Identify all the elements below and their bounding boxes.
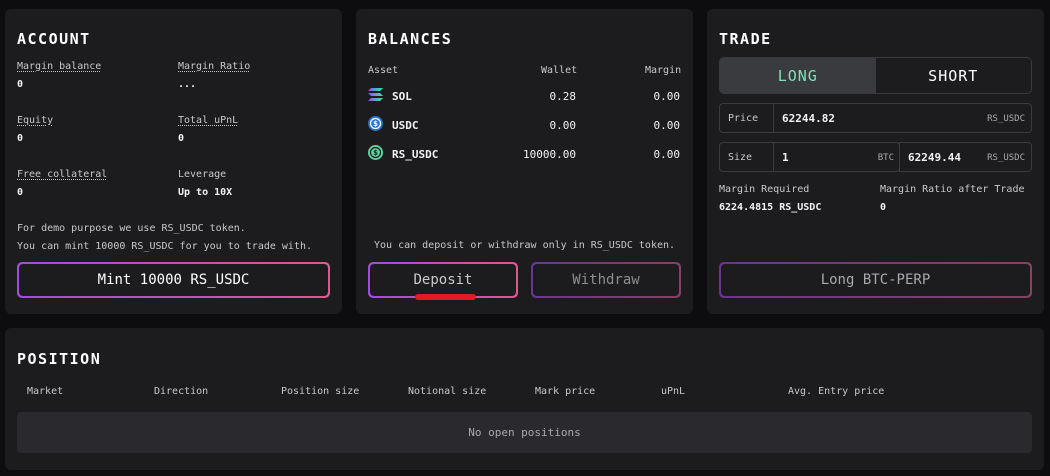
balance-row-sol: SOL 0.28 0.00 (368, 87, 682, 107)
mint-button-label: Mint 10000 RS_USDC (19, 264, 328, 296)
empty-positions-row: No open positions (17, 412, 1032, 453)
deposit-highlight-mark (415, 294, 476, 300)
margin-balance-label: Margin balance (17, 61, 102, 72)
margin-ratio-value: ... (178, 79, 197, 90)
balance-margin-value: 0.00 (653, 148, 681, 161)
balance-asset-name: SOL (392, 90, 412, 103)
column-header-notional-size: Notional size (408, 386, 487, 397)
notional-value: 62249.44 (908, 151, 961, 164)
solana-icon (368, 87, 383, 102)
long-tab[interactable]: LONG (720, 58, 876, 93)
long-submit-button-label: Long BTC-PERP (721, 264, 1030, 296)
price-label: Price (720, 104, 774, 132)
withdraw-button-label: Withdraw (533, 264, 679, 296)
balance-wallet-value: 0.28 (549, 90, 577, 103)
deposit-button[interactable]: Deposit (368, 262, 518, 298)
column-header-market: Market (27, 386, 64, 397)
price-field[interactable]: Price 62244.82 RS_USDC (719, 103, 1032, 133)
usdc-icon: $ (368, 116, 383, 131)
leverage-value: Up to 10X (178, 187, 233, 198)
price-value: 62244.82 (782, 112, 835, 125)
demo-note-line2: You can mint 10000 RS_USDC for you to tr… (17, 241, 313, 252)
equity-value: 0 (17, 133, 24, 144)
deposit-button-label: Deposit (370, 264, 516, 296)
long-submit-button[interactable]: Long BTC-PERP (719, 262, 1032, 298)
balance-wallet-value: 0.00 (549, 119, 577, 132)
margin-header: Margin (645, 65, 682, 76)
size-value: 1 (782, 151, 789, 164)
withdraw-button[interactable]: Withdraw (531, 262, 681, 298)
column-header-mark-price: Mark price (535, 386, 596, 397)
balance-margin-value: 0.00 (653, 90, 681, 103)
balance-row-usdc: $ USDC 0.00 0.00 (368, 116, 682, 136)
margin-balance-value: 0 (17, 79, 24, 90)
demo-note-line1: For demo purpose we use RS_USDC token. (17, 223, 246, 234)
margin-required-value: 6224.4815 RS_USDC (719, 202, 822, 213)
short-tab[interactable]: SHORT (875, 58, 1031, 93)
balance-row-rs-usdc: $ RS_USDC 10000.00 0.00 (368, 145, 682, 165)
asset-header: Asset (368, 65, 399, 76)
wallet-header: Wallet (541, 65, 578, 76)
free-collateral-label: Free collateral (17, 169, 108, 180)
svg-text:$: $ (373, 120, 378, 128)
leverage-label: Leverage (178, 169, 227, 180)
size-unit: BTC (877, 153, 894, 163)
margin-required-label: Margin Required (719, 184, 810, 195)
size-field[interactable]: Size 1 BTC (719, 142, 900, 172)
margin-ratio-after-label: Margin Ratio after Trade (880, 184, 1025, 195)
column-header-upnl: uPnL (661, 386, 686, 397)
column-header-direction: Direction (154, 386, 209, 397)
trade-title: TRADE (719, 30, 772, 48)
balance-asset-name: USDC (392, 119, 419, 132)
rs-usdc-icon: $ (368, 145, 383, 160)
free-collateral-value: 0 (17, 187, 24, 198)
mint-button[interactable]: Mint 10000 RS_USDC (17, 262, 330, 298)
price-unit: RS_USDC (987, 114, 1025, 124)
direction-toggle: LONG SHORT (719, 57, 1032, 94)
column-header-position-size: Position size (281, 386, 360, 397)
notional-unit: RS_USDC (987, 153, 1025, 163)
balance-margin-value: 0.00 (653, 119, 681, 132)
balances-title: BALANCES (368, 30, 453, 48)
size-label: Size (720, 143, 774, 171)
column-header-avg-entry-price: Avg. Entry price (788, 386, 885, 397)
svg-text:$: $ (373, 149, 378, 157)
total-upnl-value: 0 (178, 133, 185, 144)
position-title: POSITION (17, 350, 102, 368)
margin-ratio-label: Margin Ratio (178, 61, 251, 72)
deposit-note: You can deposit or withdraw only in RS_U… (374, 240, 676, 251)
account-title: ACCOUNT (17, 30, 91, 48)
balance-wallet-value: 10000.00 (523, 148, 576, 161)
equity-label: Equity (17, 115, 54, 126)
balance-asset-name: RS_USDC (392, 148, 439, 161)
notional-field[interactable]: 62249.44 RS_USDC (899, 142, 1032, 172)
margin-ratio-after-value: 0 (880, 202, 887, 213)
total-upnl-label: Total uPnL (178, 115, 239, 126)
